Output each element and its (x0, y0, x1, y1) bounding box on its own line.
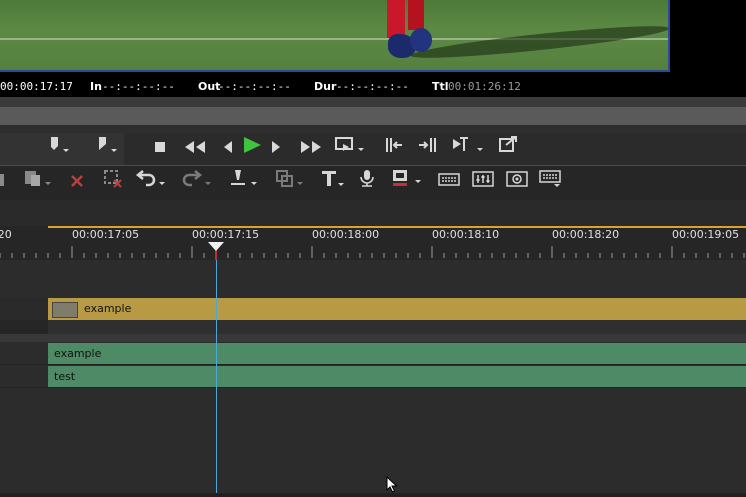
divider (0, 125, 746, 133)
track-row (0, 388, 746, 413)
audio-clip-label: test (54, 370, 76, 383)
playhead-line[interactable] (216, 244, 217, 493)
ruler-label: 00:00:18:10 (432, 228, 500, 241)
rewind-icon[interactable] (180, 133, 210, 165)
title-icon[interactable] (318, 166, 348, 200)
out-timecode: --:--:--:-- (218, 80, 291, 93)
video-track: example (0, 298, 746, 321)
track-row (0, 458, 746, 481)
marker-icon[interactable] (226, 166, 262, 200)
step-back-icon[interactable] (218, 133, 238, 165)
ruler-range-bar (48, 226, 746, 228)
player-boot (410, 28, 432, 52)
edit-toolbar (0, 166, 746, 200)
equalizer-icon[interactable] (470, 166, 496, 200)
track-row (0, 436, 746, 459)
loop-icon[interactable] (332, 133, 368, 165)
ruler-ticks (0, 246, 745, 258)
play-icon[interactable] (238, 133, 266, 165)
mouse-cursor-icon (386, 475, 400, 497)
ripple-delete-icon[interactable] (100, 166, 126, 200)
track-row (0, 320, 746, 335)
ruler-label: 00:00:19:05 (672, 228, 740, 241)
redo-icon[interactable] (180, 166, 216, 200)
audio-track-1: example (0, 342, 746, 365)
fast-forward-icon[interactable] (296, 133, 326, 165)
duration-label: Dur (314, 80, 337, 93)
ruler-label: 00:00:18:20 (552, 228, 620, 241)
ruler-label: :20 (0, 228, 12, 241)
match-out-icon[interactable] (414, 133, 442, 165)
track-row (0, 480, 746, 494)
playhead-handle[interactable] (208, 242, 224, 251)
clip-thumbnail-icon (52, 302, 78, 318)
audio-track-2: test (0, 365, 746, 388)
video-frame (0, 0, 670, 72)
track-row (0, 412, 746, 437)
transport-controls (0, 133, 746, 166)
render-icon[interactable] (504, 166, 530, 200)
player-leg (408, 0, 424, 30)
trim-icon[interactable] (448, 133, 488, 165)
total-timecode: 00:01:26:12 (448, 80, 521, 93)
in-label: In (90, 80, 102, 93)
scrub-bar[interactable] (0, 107, 746, 125)
audio-clip[interactable]: test (48, 366, 746, 387)
video-clip-footer (48, 320, 746, 334)
delete-icon[interactable] (66, 166, 88, 200)
audio-clip-label: example (54, 347, 102, 360)
stop-icon[interactable] (148, 133, 172, 165)
keyboard-icon[interactable] (436, 166, 462, 200)
current-timecode: 00:00:17:17 (0, 80, 73, 93)
copy-icon[interactable] (0, 166, 6, 200)
mark-out-icon[interactable] (90, 133, 124, 165)
ruler-label: 00:00:17:05 (72, 228, 140, 241)
clip-transform-icon[interactable] (272, 166, 308, 200)
video-preview (0, 0, 746, 75)
in-timecode: --:--:--:-- (102, 80, 175, 93)
duration-timecode: --:--:--:-- (336, 80, 409, 93)
paste-icon[interactable] (20, 166, 56, 200)
divider (0, 97, 746, 107)
total-label: Ttl (432, 80, 449, 93)
player-shadow (409, 20, 668, 64)
shortcuts-icon[interactable] (538, 166, 566, 200)
track-row (0, 260, 746, 283)
player-leg (387, 0, 405, 38)
timecode-bar: 00:00:17:17 In --:--:--:-- Out --:--:--:… (0, 75, 746, 97)
export-icon[interactable] (494, 133, 524, 165)
toolbar-spacer (0, 200, 746, 226)
video-clip[interactable]: example (48, 298, 746, 320)
match-in-icon[interactable] (380, 133, 408, 165)
audio-mixer-icon[interactable] (388, 166, 426, 200)
ruler-label: 00:00:18:00 (312, 228, 380, 241)
undo-icon[interactable] (134, 166, 170, 200)
ruler-label: 00:00:17:15 (192, 228, 260, 241)
timeline-ruler[interactable]: :20 00:00:17:05 00:00:17:15 00:00:18:00 … (0, 226, 746, 260)
track-row (0, 282, 746, 299)
video-clip-label: example (84, 302, 132, 315)
mark-in-icon[interactable] (42, 133, 76, 165)
step-forward-icon[interactable] (266, 133, 286, 165)
audio-clip[interactable]: example (48, 343, 746, 364)
voiceover-icon[interactable] (354, 166, 380, 200)
